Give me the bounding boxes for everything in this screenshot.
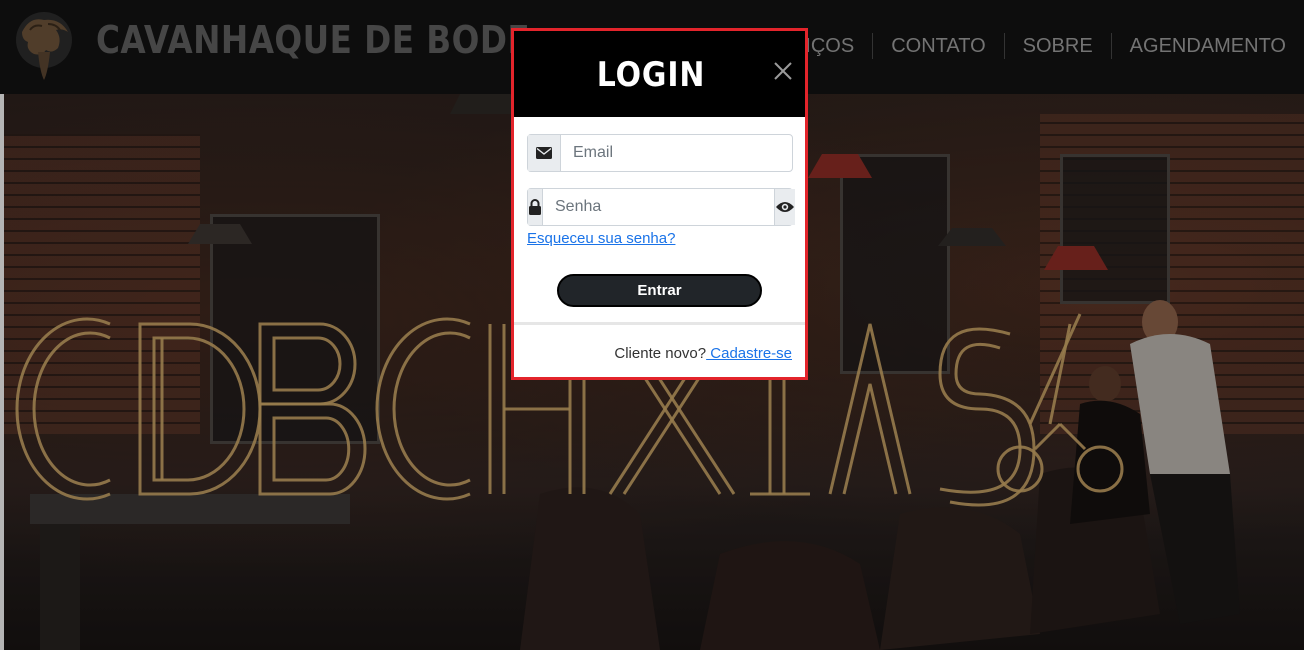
modal-title: LOGIN [596,55,706,95]
pendant-lamp [1044,246,1108,270]
client-head [1089,366,1121,402]
counter-leg [40,524,80,650]
barber-shirt [1130,334,1230,474]
forgot-password-link[interactable]: Esqueceu sua senha? [527,230,675,247]
email-input-group [527,134,793,172]
password-field[interactable] [543,189,774,225]
lock-icon [528,189,543,225]
goat-logo[interactable] [12,10,76,82]
barber-pants [1150,474,1240,624]
login-modal: LOGIN Esqueceu sua senha? Entrar Cliente… [511,28,808,380]
signup-link[interactable]: Cadastre-se [706,345,792,362]
signup-prompt: Cliente novo? Cadastre-se [614,345,792,362]
password-input-group [527,188,795,226]
eye-icon[interactable] [774,189,795,225]
nav-link-agendamento[interactable]: AGENDAMENTO [1110,33,1304,59]
page-edge [0,94,4,650]
barber-chair [700,541,880,650]
client-cape [1070,400,1150,524]
nav-link-sobre[interactable]: SOBRE [1003,33,1111,59]
pendant-lamp [450,94,520,114]
barber-chair [520,487,660,650]
pendant-lamp [188,224,252,244]
signup-prompt-text: Cliente novo? [614,345,707,362]
pendant-lamp [938,228,1006,246]
login-submit-button[interactable]: Entrar [557,274,762,307]
close-icon[interactable] [771,59,795,83]
pendant-lamp [808,154,872,178]
nav-link-contato[interactable]: CONTATO [872,33,1003,59]
envelope-icon [528,135,561,171]
modal-header: LOGIN [514,31,805,117]
nav-links: SERVIÇOS CONTATO SOBRE AGENDAMENTO [733,30,1304,62]
barber-chair [880,507,1040,650]
brand-title[interactable]: CAVANHAQUE DE BODE [96,18,530,62]
email-field[interactable] [561,135,792,171]
modal-divider [514,322,805,325]
